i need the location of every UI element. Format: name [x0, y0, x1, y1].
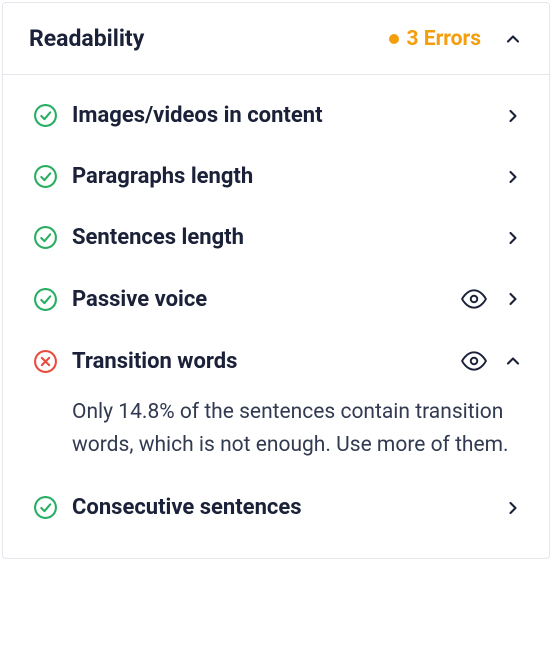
check-item-actions: [503, 106, 523, 126]
check-item-actions: [503, 498, 523, 518]
check-item-actions: [461, 286, 523, 312]
panel-header-right: 3 Errors: [389, 27, 523, 51]
check-circle-icon: [33, 225, 58, 250]
check-item-actions: [503, 167, 523, 187]
check-item-images-videos[interactable]: Images/videos in content: [3, 85, 549, 146]
check-item-actions: [461, 348, 523, 374]
panel-title: Readability: [29, 25, 144, 52]
error-dot-icon: [389, 34, 399, 44]
chevron-right-icon: [503, 167, 523, 187]
check-item-detail: Only 14.8% of the sentences contain tran…: [3, 392, 549, 477]
check-item-label: Paragraphs length: [72, 164, 489, 189]
chevron-up-icon: [503, 351, 523, 371]
eye-icon[interactable]: [461, 286, 487, 312]
chevron-up-icon: [503, 29, 523, 49]
check-item-label: Sentences length: [72, 225, 489, 250]
chevron-right-icon: [503, 498, 523, 518]
check-item-actions: [503, 228, 523, 248]
check-circle-icon: [33, 164, 58, 189]
check-item-label: Consecutive sentences: [72, 495, 489, 520]
check-circle-icon: [33, 495, 58, 520]
error-badge: 3 Errors: [389, 27, 481, 51]
check-circle-icon: [33, 287, 58, 312]
check-item-consecutive-sentences[interactable]: Consecutive sentences: [3, 477, 549, 538]
check-item-passive-voice[interactable]: Passive voice: [3, 268, 549, 330]
readability-panel: Readability 3 Errors Images/videos in co…: [2, 2, 550, 559]
x-circle-icon: [33, 349, 58, 374]
check-item-label: Passive voice: [72, 287, 447, 312]
check-item-transition-words[interactable]: Transition words: [3, 330, 549, 392]
check-item-label: Images/videos in content: [72, 103, 489, 128]
check-item-paragraphs-length[interactable]: Paragraphs length: [3, 146, 549, 207]
chevron-right-icon: [503, 228, 523, 248]
check-item-label: Transition words: [72, 349, 447, 374]
chevron-right-icon: [503, 289, 523, 309]
check-circle-icon: [33, 103, 58, 128]
check-item-sentences-length[interactable]: Sentences length: [3, 207, 549, 268]
chevron-right-icon: [503, 106, 523, 126]
panel-header[interactable]: Readability 3 Errors: [3, 3, 549, 75]
panel-body: Images/videos in content Paragraphs leng…: [3, 75, 549, 558]
eye-icon[interactable]: [461, 348, 487, 374]
error-count: 3 Errors: [407, 27, 481, 51]
